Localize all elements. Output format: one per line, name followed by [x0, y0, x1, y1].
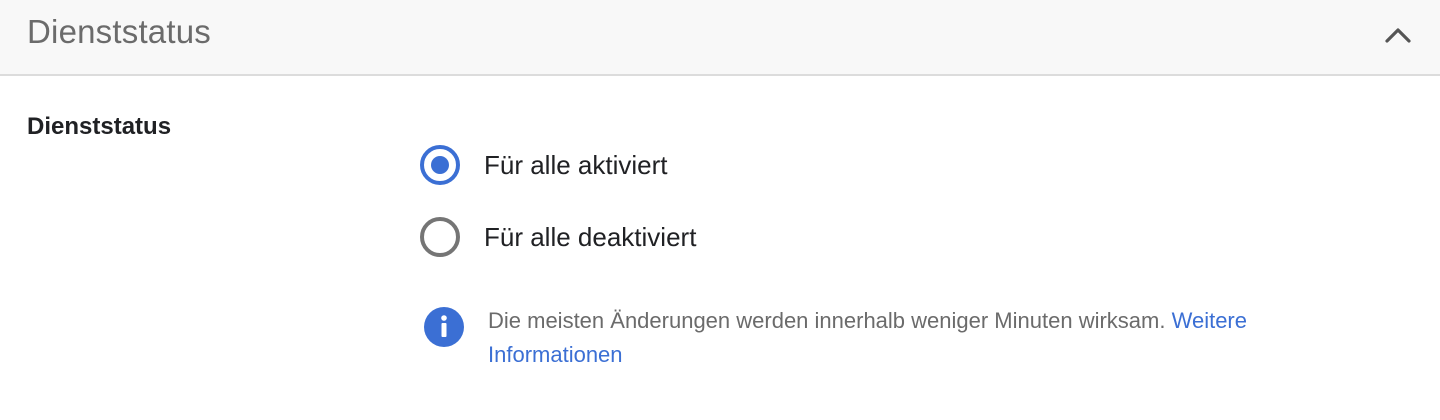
section-label: Dienststatus [27, 113, 172, 140]
panel-header: Dienststatus [0, 0, 1440, 76]
radio-label-enabled: Für alle aktiviert [484, 149, 668, 180]
chevron-up-icon [1385, 28, 1411, 43]
radio-button-selected[interactable] [418, 143, 462, 187]
radio-option-disabled-for-all[interactable]: Für alle deaktiviert [418, 215, 696, 259]
radio-button-unselected[interactable] [418, 215, 462, 259]
radio-label-disabled: Für alle deaktiviert [484, 221, 697, 252]
panel-title: Dienststatus [27, 13, 211, 50]
info-text-container: Die meisten Änderungen werden innerhalb … [488, 304, 1348, 372]
collapse-button[interactable] [1377, 14, 1419, 56]
radio-option-enabled-for-all[interactable]: Für alle aktiviert [418, 143, 668, 187]
info-message: Die meisten Änderungen werden innerhalb … [488, 308, 1172, 333]
info-icon [424, 307, 464, 347]
